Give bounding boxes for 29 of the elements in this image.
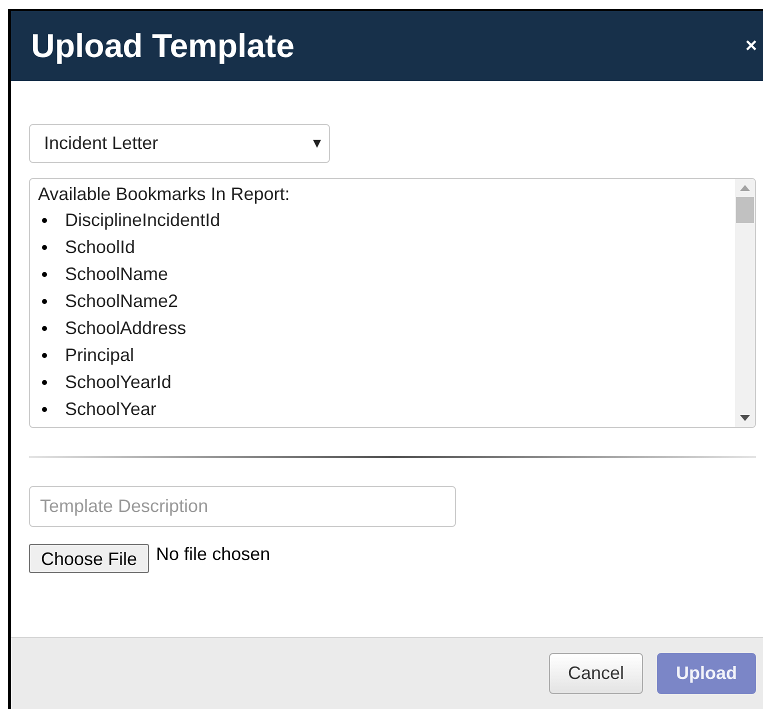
bookmark-item: SchoolId xyxy=(65,236,136,259)
scrollbar[interactable] xyxy=(735,179,755,427)
description-field[interactable]: Template Description xyxy=(29,486,456,527)
caret-icon: ▾ xyxy=(313,132,321,156)
file-status: No file chosen xyxy=(156,544,270,564)
bullet-icon xyxy=(42,353,47,358)
bullet-icon xyxy=(42,299,47,304)
bookmark-item: SchoolName xyxy=(65,263,168,286)
cancel-button[interactable]: Cancel xyxy=(548,653,643,694)
bookmark-item: Principal xyxy=(65,344,134,367)
bookmark-item: SchoolYearId xyxy=(65,371,172,394)
scrollbar-thumb[interactable] xyxy=(736,197,754,223)
template-select[interactable]: Incident Letter ▾ xyxy=(29,124,330,163)
bookmark-item: SchoolYear xyxy=(65,398,156,421)
bullet-icon xyxy=(42,218,47,223)
choose-file-button[interactable]: Choose File xyxy=(29,544,150,573)
bookmark-item: DisciplineIncidentId xyxy=(65,209,220,232)
close-button[interactable]: × xyxy=(745,36,757,56)
dialog-title: Upload Template xyxy=(31,26,294,66)
bullet-icon xyxy=(42,272,47,277)
bookmark-item: SchoolAddress xyxy=(65,317,186,340)
bullet-icon xyxy=(42,407,47,412)
bookmarks-heading: Available Bookmarks In Report: xyxy=(38,183,291,206)
bullet-icon xyxy=(42,326,47,331)
bullet-icon xyxy=(42,245,47,250)
bookmark-item: SchoolName2 xyxy=(65,290,178,313)
scroll-down-icon[interactable] xyxy=(740,415,750,421)
scroll-up-icon[interactable] xyxy=(740,185,750,191)
bullet-icon xyxy=(42,380,47,385)
